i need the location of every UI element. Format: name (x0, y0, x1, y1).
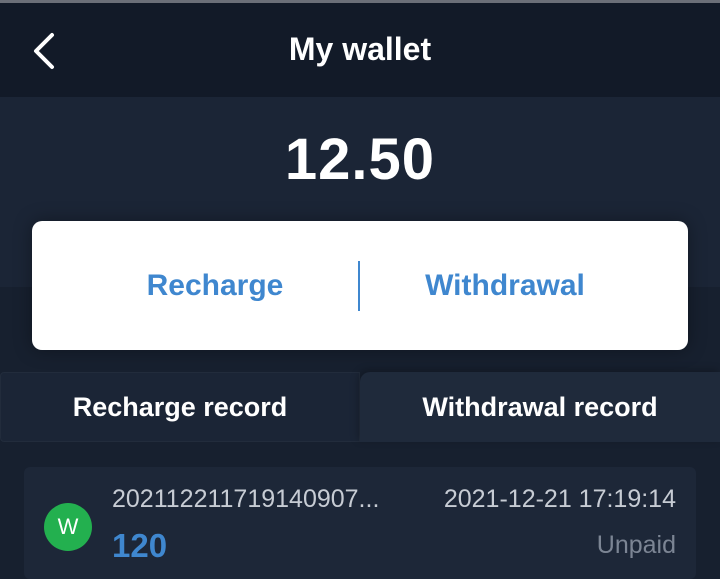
record-amount: 120 (112, 527, 168, 564)
avatar: W (44, 503, 92, 551)
tab-recharge-record[interactable]: Recharge record (0, 372, 360, 442)
order-number: 202112211719140907... (112, 485, 380, 513)
wallet-actions-card: Recharge Withdrawal (32, 221, 688, 350)
page-title: My wallet (288, 31, 432, 67)
app-header: My wallet (0, 3, 720, 97)
wallet-balance: 12.50 (284, 127, 436, 192)
tab-withdrawal-record[interactable]: Withdrawal record (360, 372, 720, 442)
record-tabs: Recharge record Withdrawal record (0, 372, 720, 442)
recharge-button[interactable]: Recharge (52, 221, 378, 350)
withdrawal-button[interactable]: Withdrawal (342, 221, 668, 350)
list-item[interactable]: W 202112211719140907... 120 2021-12-21 1… (24, 467, 696, 579)
status-badge: Unpaid (596, 531, 676, 559)
record-datetime: 2021-12-21 17:19:14 (443, 485, 676, 513)
